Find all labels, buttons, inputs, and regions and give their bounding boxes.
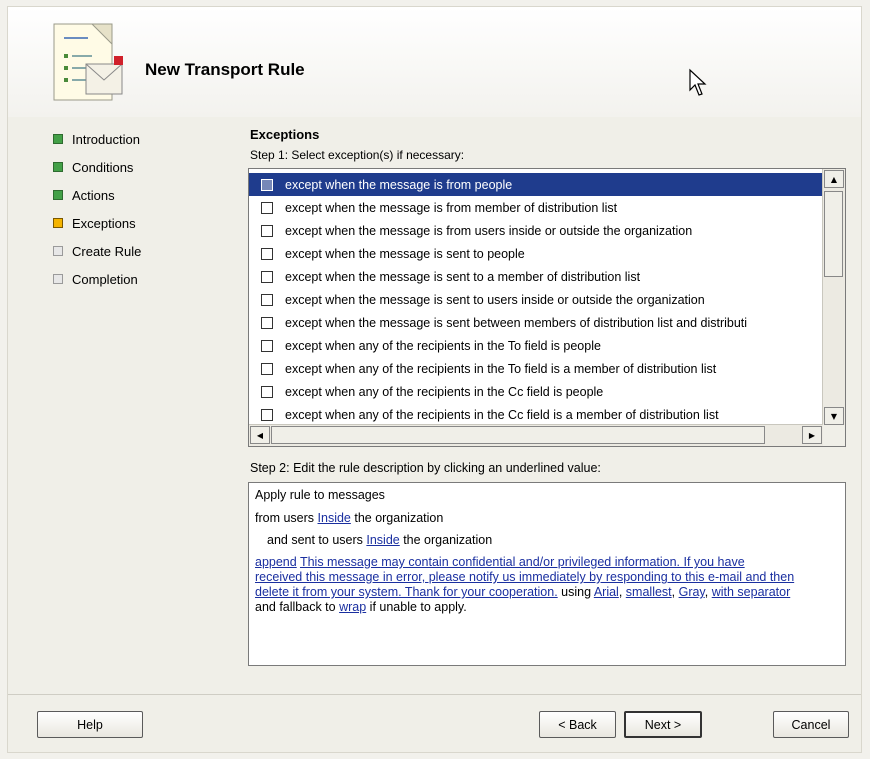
- description-text: from users: [255, 511, 318, 525]
- exception-label: except when the message is sent between …: [285, 315, 748, 330]
- exception-checkbox[interactable]: [261, 316, 273, 329]
- color-link[interactable]: Gray: [679, 585, 705, 599]
- scroll-right-icon[interactable]: ▶: [802, 426, 822, 444]
- scroll-up-icon[interactable]: ▲: [824, 170, 844, 188]
- nav-item-actions[interactable]: Actions: [53, 181, 223, 209]
- nav-item-label: Create Rule: [72, 243, 142, 259]
- font-link[interactable]: Arial: [594, 585, 619, 599]
- wizard-title: New Transport Rule: [145, 60, 305, 79]
- section-heading: Exceptions: [250, 127, 320, 142]
- footer-divider: [8, 694, 861, 695]
- nav-item-label: Completion: [72, 271, 138, 287]
- wizard-steps-nav: Introduction Conditions Actions Exceptio…: [53, 125, 223, 293]
- nav-item-label: Conditions: [72, 159, 134, 175]
- exception-checkbox[interactable]: [261, 385, 273, 398]
- nav-item-exceptions[interactable]: Exceptions: [53, 209, 223, 237]
- nav-item-introduction[interactable]: Introduction: [53, 125, 223, 153]
- next-button[interactable]: Next >: [624, 711, 702, 738]
- nav-item-completion: Completion: [53, 265, 223, 293]
- nav-item-label: Introduction: [72, 131, 140, 147]
- nav-item-conditions[interactable]: Conditions: [53, 153, 223, 181]
- horizontal-scroll-thumb[interactable]: [271, 426, 765, 444]
- exception-checkbox[interactable]: [261, 408, 273, 421]
- nav-item-label: Exceptions: [72, 215, 136, 231]
- exception-label: except when any of the recipients in the…: [285, 384, 604, 399]
- exceptions-list[interactable]: except when the message is from people e…: [248, 168, 846, 447]
- font-size-link[interactable]: smallest: [626, 585, 672, 599]
- exception-item[interactable]: except when the message is from member o…: [249, 196, 823, 219]
- scope-link[interactable]: Inside: [318, 511, 351, 525]
- step-complete-icon: [53, 190, 63, 200]
- exception-label: except when the message is sent to a mem…: [285, 269, 641, 284]
- separator-link[interactable]: with separator: [712, 585, 791, 599]
- exception-item[interactable]: except when the message is sent between …: [249, 311, 823, 334]
- exception-checkbox[interactable]: [261, 224, 273, 237]
- back-button[interactable]: < Back: [539, 711, 616, 738]
- description-text: ,: [671, 585, 679, 599]
- exception-label: except when any of the recipients in the…: [285, 338, 601, 353]
- description-text: the organization: [399, 533, 493, 547]
- description-text: ,: [618, 585, 626, 599]
- scroll-down-icon[interactable]: ▼: [824, 407, 844, 425]
- step-pending-icon: [53, 246, 63, 256]
- step2-label: Step 2: Edit the rule description by cli…: [250, 461, 601, 475]
- exception-checkbox[interactable]: [261, 293, 273, 306]
- exception-item[interactable]: except when the message is from users in…: [249, 219, 823, 242]
- vertical-scrollbar[interactable]: ▲ ▼: [822, 169, 845, 426]
- exception-item[interactable]: except when any of the recipients in the…: [249, 357, 823, 380]
- step-complete-icon: [53, 162, 63, 172]
- step-current-icon: [53, 218, 63, 228]
- nav-item-create-rule: Create Rule: [53, 237, 223, 265]
- description-line: Apply rule to messages: [255, 488, 385, 502]
- exception-label: except when the message is from people: [285, 177, 513, 192]
- exception-item[interactable]: except when the message is sent to peopl…: [249, 242, 823, 265]
- wizard-header: [8, 7, 861, 117]
- exception-label: except when any of the recipients in the…: [285, 361, 717, 376]
- fallback-link[interactable]: wrap: [339, 600, 366, 614]
- description-line: from users Inside the organization: [255, 511, 443, 525]
- exception-label: except when any of the recipients in the…: [285, 407, 719, 422]
- exception-checkbox[interactable]: [261, 270, 273, 283]
- description-text: and sent to users: [267, 533, 367, 547]
- exception-item[interactable]: except when any of the recipients in the…: [249, 334, 823, 357]
- scroll-left-icon[interactable]: ◀: [250, 426, 270, 444]
- cancel-button[interactable]: Cancel: [773, 711, 849, 738]
- rule-description-box: Apply rule to messages from users Inside…: [248, 482, 846, 666]
- vertical-scroll-thumb[interactable]: [824, 191, 843, 277]
- append-link[interactable]: append: [255, 555, 297, 569]
- help-button[interactable]: Help: [37, 711, 143, 738]
- transport-rule-wizard-icon: [53, 23, 123, 101]
- nav-item-label: Actions: [72, 187, 115, 203]
- exception-item[interactable]: except when the message is sent to users…: [249, 288, 823, 311]
- exception-checkbox[interactable]: [261, 178, 273, 191]
- description-text: the organization: [350, 511, 444, 525]
- description-text: ,: [704, 585, 712, 599]
- description-line: and sent to users Inside the organizatio…: [267, 533, 492, 547]
- exception-checkbox[interactable]: [261, 201, 273, 214]
- exception-checkbox[interactable]: [261, 247, 273, 260]
- horizontal-scrollbar[interactable]: ◀ ▶: [249, 424, 823, 446]
- description-text: if unable to apply.: [366, 600, 467, 614]
- step1-label: Step 1: Select exception(s) if necessary…: [250, 148, 465, 162]
- description-action-paragraph: append This message may contain confiden…: [255, 555, 795, 615]
- exception-label: except when the message is from users in…: [285, 223, 693, 238]
- exception-item[interactable]: except when any of the recipients in the…: [249, 380, 823, 403]
- mouse-pointer-icon: [689, 68, 707, 96]
- exception-label: except when the message is from member o…: [285, 200, 618, 215]
- exception-checkbox[interactable]: [261, 339, 273, 352]
- step-pending-icon: [53, 274, 63, 284]
- scope-link[interactable]: Inside: [366, 533, 399, 547]
- description-text: using: [557, 585, 594, 599]
- exception-item[interactable]: except when the message is from people: [249, 173, 823, 196]
- exception-label: except when the message is sent to users…: [285, 292, 705, 307]
- exception-item[interactable]: except when the message is sent to a mem…: [249, 265, 823, 288]
- description-text: and fallback to: [255, 600, 340, 614]
- exception-label: except when the message is sent to peopl…: [285, 246, 525, 261]
- scrollbar-corner: [823, 425, 845, 446]
- exception-item[interactable]: except when any of the recipients in the…: [249, 403, 823, 426]
- exception-checkbox[interactable]: [261, 362, 273, 375]
- step-complete-icon: [53, 134, 63, 144]
